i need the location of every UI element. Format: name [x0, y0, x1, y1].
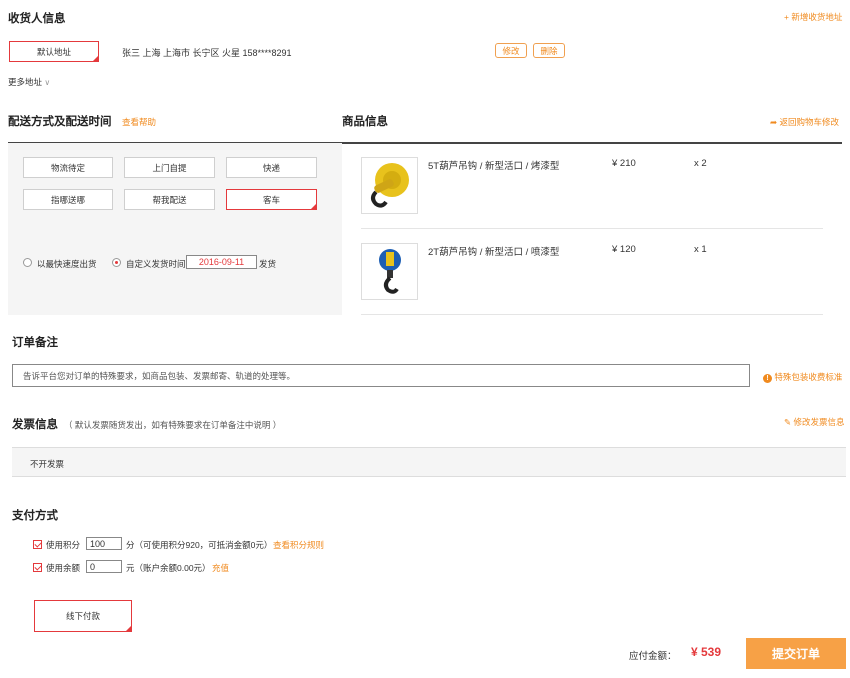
- more-addresses-label: 更多地址: [8, 77, 43, 87]
- radio-fast-ship-label: 以最快速度出货: [37, 259, 97, 269]
- invoice-note: （ 默认发票随货发出，如有特殊要求在订单备注中说明 ）: [64, 420, 282, 430]
- product-image[interactable]: [361, 243, 418, 300]
- product-image[interactable]: [361, 157, 418, 214]
- receiver-title: 收货人信息: [8, 13, 66, 25]
- product-qty: x 2: [694, 158, 707, 169]
- points-desc: 分（可使用积分920，可抵消金额0元）: [126, 540, 273, 550]
- product-name[interactable]: 5T葫芦吊钩 / 新型活口 / 烤漆型: [428, 158, 559, 172]
- payment-title: 支付方式: [12, 510, 58, 522]
- delivery-option-bus[interactable]: 客车: [226, 189, 317, 210]
- goods-title: 商品信息: [342, 116, 388, 128]
- invoice-title: 发票信息: [12, 419, 58, 431]
- ship-suffix: 发货: [259, 259, 277, 269]
- invoice-value: 不开发票: [30, 459, 65, 469]
- goods-divider: [342, 142, 842, 144]
- special-package-label: 特殊包装收费标准: [774, 372, 843, 382]
- special-package-link[interactable]: ! 特殊包装收费标准: [763, 371, 842, 383]
- remark-title: 订单备注: [12, 337, 58, 349]
- delivery-option-pickup[interactable]: 上门自提: [124, 157, 215, 178]
- product-price: ¥ 120: [612, 244, 636, 255]
- delivery-option-express[interactable]: 快递: [226, 157, 317, 178]
- use-points-label: 使用积分: [46, 540, 81, 550]
- item-divider: [361, 228, 823, 229]
- edit-address-button[interactable]: 修改: [495, 43, 527, 58]
- item-divider: [361, 314, 823, 315]
- back-to-cart-link[interactable]: ➦ 返回购物车修改: [770, 116, 839, 128]
- delivery-option-bus-label: 客车: [262, 194, 280, 205]
- submit-order-button[interactable]: 提交订单: [746, 638, 846, 669]
- help-link[interactable]: 查看帮助: [122, 116, 156, 128]
- offline-payment-button[interactable]: 线下付款: [34, 600, 132, 632]
- new-address-link[interactable]: + 新增收货地址: [784, 11, 842, 23]
- delivery-option-help-deliver[interactable]: 帮我配送: [124, 189, 215, 210]
- points-input[interactable]: 100: [86, 537, 122, 550]
- invoice-panel: [12, 447, 846, 477]
- amount-value: ¥ 539: [691, 645, 722, 659]
- edit-invoice-link[interactable]: ✎ 修改发票信息: [784, 416, 845, 428]
- product-price: ¥ 210: [612, 158, 636, 169]
- ship-date-input[interactable]: 2016-09-11: [186, 255, 257, 269]
- info-icon: !: [763, 374, 772, 383]
- radio-custom-ship[interactable]: [112, 258, 121, 267]
- use-balance-checkbox[interactable]: [33, 563, 42, 572]
- recharge-link[interactable]: 充值: [212, 562, 229, 574]
- default-address-button[interactable]: 默认地址: [9, 41, 99, 62]
- more-addresses-toggle[interactable]: 更多地址 ∨: [8, 76, 50, 88]
- default-address-label: 默认地址: [36, 46, 71, 57]
- delete-address-button[interactable]: 删除: [533, 43, 565, 58]
- remark-input[interactable]: 告诉平台您对订单的特殊要求，如商品包装、发票邮寄、轨道的处理等。: [12, 364, 750, 387]
- product-name[interactable]: 2T葫芦吊钩 / 新型活口 / 喷漆型: [428, 244, 559, 258]
- edit-invoice-label: 修改发票信息: [793, 417, 845, 427]
- radio-custom-ship-label: 自定义发货时间: [126, 259, 186, 269]
- delivery-option-logistics[interactable]: 物流待定: [23, 157, 113, 178]
- points-rule-link[interactable]: 查看积分规则: [273, 539, 324, 551]
- balance-input[interactable]: 0: [86, 560, 122, 573]
- chevron-down-icon: ∨: [44, 78, 51, 87]
- delivery-title: 配送方式及配送时间: [8, 116, 112, 128]
- use-points-checkbox[interactable]: [33, 540, 42, 549]
- offline-payment-label: 线下付款: [65, 611, 100, 621]
- product-qty: x 1: [694, 244, 707, 255]
- radio-fast-ship[interactable]: [23, 258, 32, 267]
- back-to-cart-label: 返回购物车修改: [779, 117, 839, 127]
- balance-desc: 元（账户余额0.00元）: [126, 563, 211, 573]
- new-address-label: 新增收货地址: [791, 12, 843, 22]
- address-text: 张三 上海 上海市 长宁区 火星 158****8291: [122, 48, 292, 58]
- amount-label: 应付金额：: [629, 651, 677, 662]
- delivery-option-point-delivery[interactable]: 指哪送哪: [23, 189, 113, 210]
- use-balance-label: 使用余额: [46, 563, 81, 573]
